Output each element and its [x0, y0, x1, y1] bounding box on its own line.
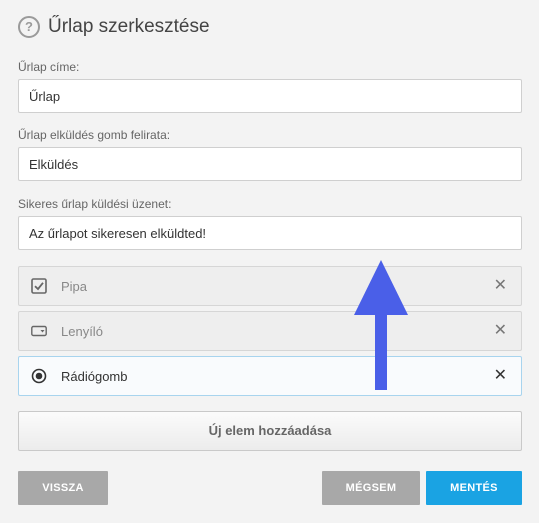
- add-element-button[interactable]: Új elem hozzáadása: [18, 411, 522, 451]
- save-button[interactable]: MENTÉS: [426, 471, 522, 505]
- dropdown-icon: [31, 323, 47, 339]
- element-row-dropdown[interactable]: Lenyíló ✕: [18, 311, 522, 351]
- element-label: Lenyíló: [61, 323, 103, 339]
- element-row-checkbox[interactable]: Pipa ✕: [18, 266, 522, 306]
- arrow-up-icon: [354, 260, 408, 390]
- success-message-input[interactable]: [18, 216, 522, 250]
- checkbox-icon: [31, 278, 47, 294]
- remove-icon[interactable]: ✕: [494, 368, 507, 384]
- element-label: Rádiógomb: [61, 368, 128, 384]
- page-header: ? Űrlap szerkesztése: [18, 16, 210, 38]
- submit-label-label: Űrlap elküldés gomb felirata:: [18, 128, 171, 142]
- form-title-label: Űrlap címe:: [18, 60, 80, 74]
- element-label: Pipa: [61, 278, 88, 294]
- radio-icon: [31, 368, 47, 384]
- remove-icon[interactable]: ✕: [494, 278, 507, 294]
- success-message-label: Sikeres űrlap küldési üzenet:: [18, 197, 172, 211]
- cancel-button[interactable]: MÉGSEM: [322, 471, 420, 505]
- back-button[interactable]: VISSZA: [18, 471, 108, 505]
- remove-icon[interactable]: ✕: [494, 323, 507, 339]
- submit-label-input[interactable]: [18, 147, 522, 181]
- form-title-input[interactable]: [18, 79, 522, 113]
- element-row-radio[interactable]: Rádiógomb ✕: [18, 356, 522, 396]
- help-circle-icon[interactable]: ?: [18, 16, 40, 38]
- page-title: Űrlap szerkesztése: [48, 16, 210, 37]
